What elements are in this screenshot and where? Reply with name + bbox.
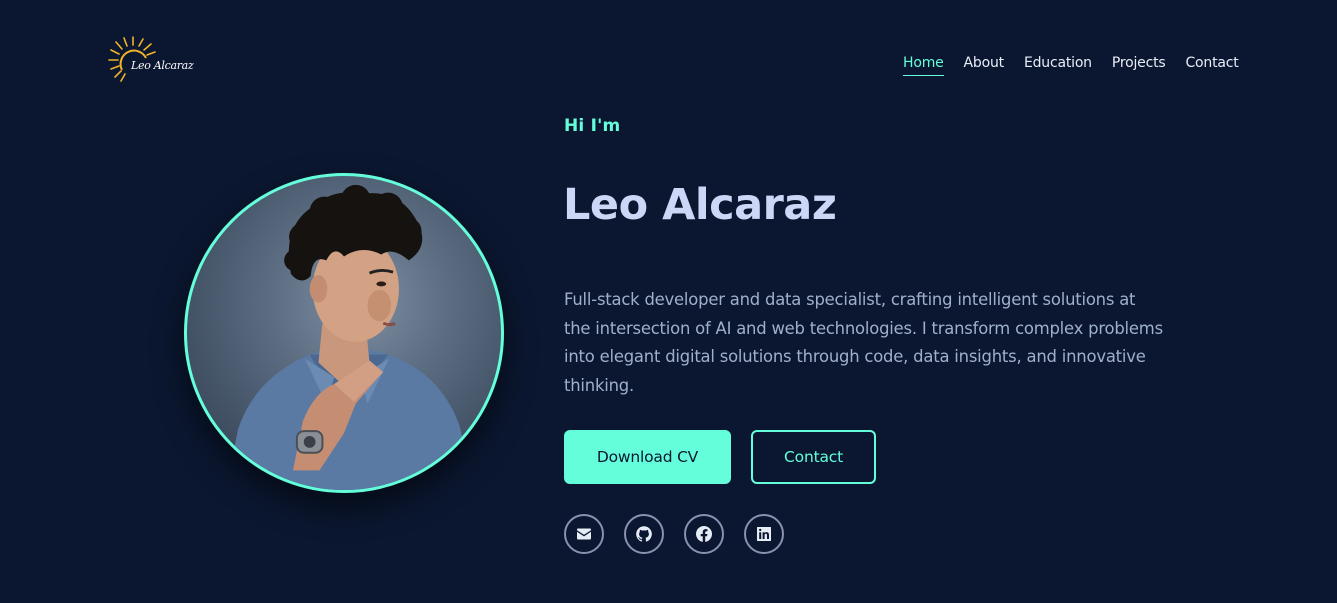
hero-name: Leo Alcaraz (563, 180, 837, 230)
github-icon (636, 526, 652, 542)
email-link[interactable] (564, 514, 604, 554)
portfolio-page: Leo Alcaraz Home About Education Project… (0, 0, 1337, 603)
nav-home[interactable]: Home (903, 54, 944, 76)
nav-education[interactable]: Education (1024, 54, 1092, 76)
nav-contact[interactable]: Contact (1185, 54, 1238, 76)
linkedin-icon (757, 527, 771, 541)
nav-projects[interactable]: Projects (1112, 54, 1166, 76)
download-cv-button[interactable]: Download CV (564, 430, 731, 484)
profile-photo (184, 173, 504, 493)
social-links (564, 514, 784, 554)
facebook-icon (696, 526, 712, 542)
contact-button[interactable]: Contact (751, 430, 876, 484)
nav-about[interactable]: About (964, 54, 1005, 76)
github-link[interactable] (624, 514, 664, 554)
envelope-icon (577, 528, 591, 540)
profile-photo-illustration (226, 184, 474, 490)
logo-text: Leo Alcaraz (131, 59, 194, 72)
linkedin-link[interactable] (744, 514, 784, 554)
facebook-link[interactable] (684, 514, 724, 554)
greeting: Hi I'm (564, 116, 621, 136)
hero-description: Full-stack developer and data specialist… (564, 290, 1163, 396)
site-logo[interactable]: Leo Alcaraz (106, 36, 194, 86)
main-nav: Home About Education Projects Contact (903, 54, 1239, 76)
